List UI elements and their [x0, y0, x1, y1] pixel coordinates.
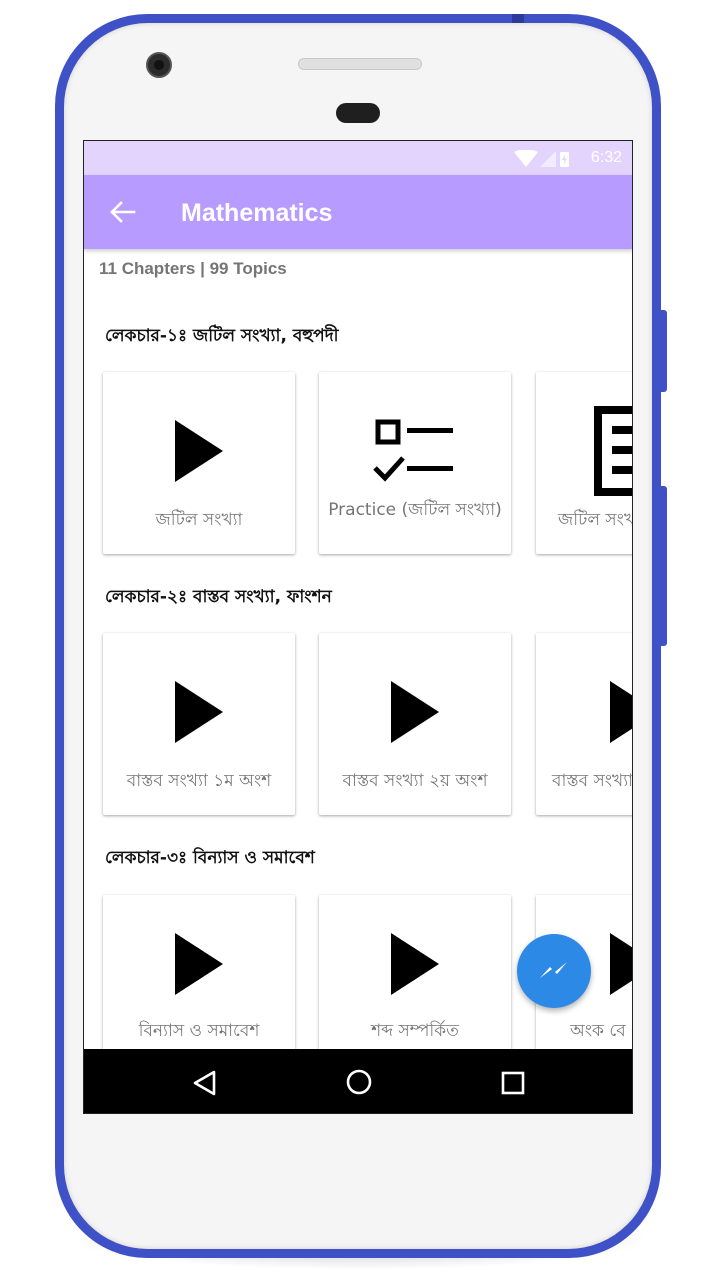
topic-card[interactable]: বাস্তব সংখ্যা ১ম অংশ — [103, 633, 295, 815]
play-icon — [103, 679, 295, 745]
chapter-title: লেকচার-২ঃ বাস্তব সংখ্যা, ফাংশন — [105, 587, 332, 607]
topic-card[interactable]: জটিল সংখ্যা — [536, 372, 632, 554]
checklist-icon — [319, 418, 511, 484]
topic-label: বিন্যাস ও সমাবেশ — [138, 1021, 260, 1041]
topic-label: শব্দ সম্পর্কিত — [371, 1021, 459, 1041]
chapter-topic-row[interactable]: বাস্তব সংখ্যা ১ম অংশ বাস্তব সংখ্যা ২য় অ… — [84, 633, 633, 823]
course-summary: 11 Chapters | 99 Topics — [99, 259, 287, 278]
topic-card[interactable]: বাস্তব সংখ্যা — [536, 633, 633, 815]
play-icon — [319, 931, 511, 997]
front-camera — [146, 52, 172, 78]
topic-label: বাস্তব সংখ্যা — [552, 771, 633, 791]
nav-home-icon[interactable] — [345, 1068, 373, 1100]
messenger-fab[interactable] — [517, 934, 591, 1008]
wifi-icon — [514, 149, 538, 167]
status-bar: 6:32 — [84, 141, 632, 175]
nav-recents-icon[interactable] — [501, 1071, 525, 1099]
document-icon — [536, 406, 632, 496]
app-bar: Mathematics — [84, 175, 632, 249]
chapter-title: লেকচার-১ঃ জটিল সংখ্যা, বহুপদী — [105, 326, 339, 346]
topic-label: বাস্তব সংখ্যা ১ম অংশ — [126, 771, 272, 791]
phone-volume-button — [657, 486, 667, 646]
system-nav-bar — [84, 1049, 632, 1113]
chapter-topic-row[interactable]: জটিল সংখ্যা Practice (জটিল সংখ্যা) জটিল … — [84, 372, 632, 562]
cell-signal-icon — [540, 151, 556, 167]
topic-card[interactable]: জটিল সংখ্যা — [103, 372, 295, 554]
status-icons — [514, 149, 570, 172]
topic-label: বাস্তব সংখ্যা ২য় অংশ — [342, 771, 488, 791]
back-arrow-icon[interactable] — [108, 200, 136, 224]
proximity-sensor — [336, 103, 380, 123]
topic-label: জটিল সংখ্যা — [558, 510, 632, 530]
topic-label: জটিল সংখ্যা — [155, 510, 243, 530]
topic-card[interactable]: Practice (জটিল সংখ্যা) — [319, 372, 511, 554]
screen: 6:32 Mathematics 11 Chapters | 99 Topics… — [83, 140, 633, 1114]
nav-back-icon[interactable] — [192, 1069, 218, 1101]
topic-label: Practice (জটিল সংখ্যা) — [328, 500, 502, 520]
page-title: Mathematics — [181, 199, 333, 227]
earpiece-speaker — [298, 58, 422, 70]
play-icon — [103, 931, 295, 997]
play-icon — [319, 679, 511, 745]
play-icon — [536, 679, 632, 745]
topic-label: অংক বে — [570, 1021, 626, 1041]
chapter-title: লেকচার-৩ঃ বিন্যাস ও সমাবেশ — [105, 848, 315, 868]
status-time: 6:32 — [590, 149, 622, 166]
messenger-icon — [540, 962, 567, 978]
signal-icons — [514, 149, 569, 167]
phone-power-button — [657, 310, 667, 392]
play-icon — [103, 418, 295, 484]
topic-card[interactable]: বাস্তব সংখ্যা ২য় অংশ — [319, 633, 511, 815]
